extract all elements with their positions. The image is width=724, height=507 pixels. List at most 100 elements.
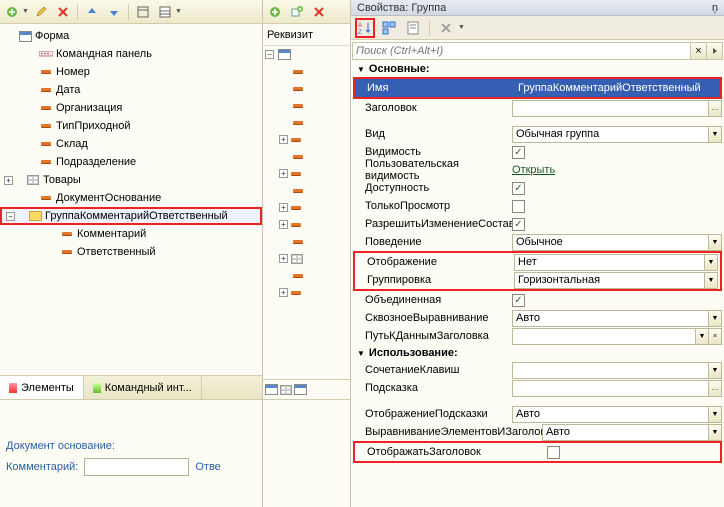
prop-show-title[interactable]: ОтображатьЗаголовок: [355, 443, 720, 461]
checkbox[interactable]: [547, 446, 560, 459]
prop-access[interactable]: Доступность ✓: [351, 179, 724, 197]
properties-toolbar: AZ ▼: [351, 16, 724, 40]
field-icon: [41, 124, 51, 128]
search-clear-icon[interactable]: ×: [691, 42, 707, 60]
expander-icon[interactable]: −: [6, 212, 15, 221]
prop-readonly[interactable]: ТолькоПросмотр: [351, 197, 724, 215]
tree-item[interactable]: Командная панель: [0, 45, 262, 63]
list-item[interactable]: +: [263, 199, 350, 216]
list-item[interactable]: +: [263, 284, 350, 301]
list-item[interactable]: [263, 148, 350, 165]
tree-item[interactable]: ДокументОснование: [0, 189, 262, 207]
table-icon[interactable]: [280, 385, 292, 395]
prop-through-align[interactable]: СквозноеВыравнивание Авто▼: [351, 309, 724, 327]
tab-commands[interactable]: Командный инт...: [84, 376, 202, 399]
sort-icon[interactable]: AZ: [355, 18, 375, 38]
table-icon: [27, 175, 39, 185]
up-icon[interactable]: [82, 2, 102, 22]
search-next-icon[interactable]: [707, 42, 723, 60]
tree-root[interactable]: Форма: [0, 27, 262, 45]
delete-icon[interactable]: [309, 2, 329, 22]
open-link[interactable]: Открыть: [512, 164, 555, 176]
down-icon[interactable]: [104, 2, 124, 22]
pin-icon[interactable]: ņ: [712, 2, 718, 14]
list-item[interactable]: +: [263, 131, 350, 148]
add-icon[interactable]: [2, 2, 22, 22]
add-sub-icon[interactable]: [287, 2, 307, 22]
folder-icon: [29, 211, 42, 221]
dropdown-icon[interactable]: ▼: [22, 8, 29, 15]
prop-allow-change[interactable]: РазрешитьИзменениеСостава ✓: [351, 215, 724, 233]
prop-hint-display[interactable]: ОтображениеПодсказки Авто▼: [351, 405, 724, 423]
dropdown-button[interactable]: ▼: [708, 126, 722, 143]
section-main[interactable]: ▼Основные:: [351, 61, 724, 77]
dropdown-icon[interactable]: ▼: [175, 8, 182, 15]
prop-title[interactable]: Заголовок …: [351, 99, 724, 117]
categorize-icon[interactable]: [379, 18, 399, 38]
list-item[interactable]: [263, 80, 350, 97]
checkbox[interactable]: ✓: [512, 146, 525, 159]
prop-kind[interactable]: Вид Обычная группа▼: [351, 125, 724, 143]
prop-hotkey[interactable]: СочетаниеКлавиш ▼: [351, 361, 724, 379]
form-preview: Документ основание: Комментарий: Отве: [0, 399, 262, 507]
tree-item[interactable]: Склад: [0, 135, 262, 153]
tree-item[interactable]: Номер: [0, 63, 262, 81]
tree-item[interactable]: +Товары: [0, 171, 262, 189]
add-icon[interactable]: [265, 2, 285, 22]
field-icon: [41, 160, 51, 164]
list-item[interactable]: −: [263, 46, 350, 63]
form-icon[interactable]: [265, 384, 278, 395]
list-item[interactable]: [263, 114, 350, 131]
prop-title-path[interactable]: ПутьКДаннымЗаголовка ▼×: [351, 327, 724, 345]
list-item[interactable]: +: [263, 216, 350, 233]
bottom-tabs: Элементы Командный инт...: [0, 375, 262, 399]
tree-item[interactable]: Дата: [0, 81, 262, 99]
mid-bottom-icons: [263, 379, 350, 399]
checkbox[interactable]: ✓: [512, 218, 525, 231]
tree-item[interactable]: Комментарий: [0, 225, 262, 243]
props-icon[interactable]: [133, 2, 153, 22]
clear-icon[interactable]: [436, 18, 456, 38]
prop-hint[interactable]: Подсказка …: [351, 379, 724, 397]
prop-align-elements[interactable]: ВыравниваниеЭлементовИЗаголовко Авто▼: [351, 423, 724, 441]
list-item[interactable]: [263, 63, 350, 80]
prop-grouping[interactable]: Группировка Горизонтальная▼: [355, 271, 720, 289]
mid-toolbar: [263, 0, 350, 24]
title-input[interactable]: [512, 100, 709, 117]
prop-name[interactable]: Имя ГруппаКомментарийОтветственный: [355, 79, 720, 97]
section-usage[interactable]: ▼Использование:: [351, 345, 724, 361]
list-item[interactable]: +: [263, 250, 350, 267]
list-icon[interactable]: [155, 2, 175, 22]
list-item[interactable]: [263, 182, 350, 199]
tab-elements[interactable]: Элементы: [0, 376, 84, 399]
tree-item-selected[interactable]: −ГруппаКомментарийОтветственный: [0, 207, 262, 225]
checkbox[interactable]: ✓: [512, 182, 525, 195]
list-item[interactable]: [263, 97, 350, 114]
search-input[interactable]: [352, 42, 691, 60]
tree-item[interactable]: Ответственный: [0, 243, 262, 261]
more-button[interactable]: …: [708, 100, 722, 117]
prop-display[interactable]: Отображение Нет▼: [355, 253, 720, 271]
prop-user-visibility[interactable]: Пользовательская видимость Открыть: [351, 161, 724, 179]
tree-item[interactable]: ТипПриходной: [0, 117, 262, 135]
tree-item[interactable]: Подразделение: [0, 153, 262, 171]
form-tree: Форма Командная панель Номер Дата Органи…: [0, 24, 262, 375]
comment-input[interactable]: [84, 458, 189, 476]
svg-text:Z: Z: [358, 30, 362, 35]
list-item[interactable]: [263, 267, 350, 284]
edit-icon[interactable]: [31, 2, 51, 22]
checkbox[interactable]: [512, 200, 525, 213]
tree-item[interactable]: Организация: [0, 99, 262, 117]
field-icon: [41, 70, 51, 74]
expander-icon[interactable]: +: [4, 176, 13, 185]
form-icon[interactable]: [294, 384, 307, 395]
checkbox[interactable]: ✓: [512, 294, 525, 307]
prop-behavior[interactable]: Поведение Обычное▼: [351, 233, 724, 251]
name-value[interactable]: ГруппаКомментарийОтветственный: [514, 80, 718, 97]
field-icon: [62, 232, 72, 236]
prop-united[interactable]: Объединенная ✓: [351, 291, 724, 309]
select-icon[interactable]: [403, 18, 423, 38]
list-item[interactable]: [263, 233, 350, 250]
delete-icon[interactable]: [53, 2, 73, 22]
list-item[interactable]: +: [263, 165, 350, 182]
